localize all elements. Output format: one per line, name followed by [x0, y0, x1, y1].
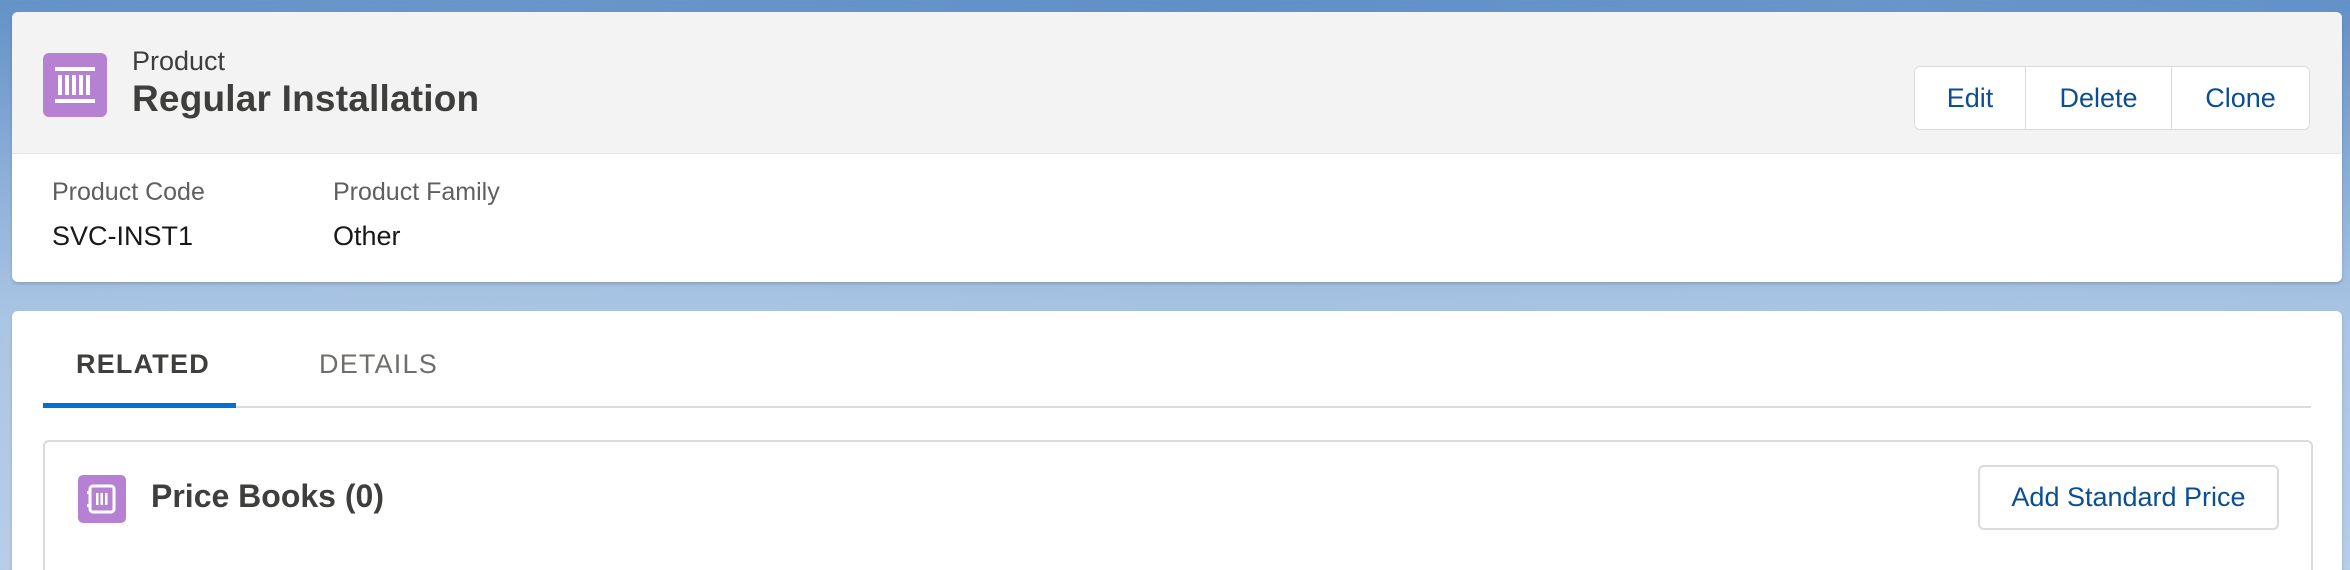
- pricebook-icon: [78, 475, 126, 523]
- tab-bar: RELATED DETAILS: [43, 311, 2311, 408]
- record-title: Regular Installation: [132, 78, 480, 119]
- tab-related[interactable]: RELATED: [76, 349, 210, 380]
- record-header: Product Regular Installation Edit Delete…: [12, 12, 2342, 282]
- add-standard-price-button[interactable]: Add Standard Price: [1978, 465, 2279, 530]
- price-books-title[interactable]: Price Books (0): [151, 478, 384, 515]
- record-header-top: Product Regular Installation Edit Delete…: [12, 12, 2342, 154]
- tab-details[interactable]: DETAILS: [319, 349, 438, 380]
- active-tab-indicator: [43, 403, 236, 408]
- product-icon: [43, 53, 107, 117]
- product-code-field: Product Code SVC-INST1: [52, 178, 205, 252]
- highlights-panel: Product Code SVC-INST1 Product Family Ot…: [12, 154, 2342, 282]
- product-code-label: Product Code: [52, 178, 205, 206]
- record-actions: Edit Delete Clone: [1914, 66, 2310, 130]
- product-family-field: Product Family Other: [333, 178, 500, 252]
- clone-button[interactable]: Clone: [2171, 67, 2309, 129]
- delete-button[interactable]: Delete: [2025, 67, 2171, 129]
- product-code-value: SVC-INST1: [52, 221, 194, 251]
- price-books-related-list: Price Books (0) Add Standard Price: [43, 440, 2313, 570]
- object-type-label: Product: [132, 46, 226, 76]
- product-family-label: Product Family: [333, 178, 500, 206]
- tabs-panel: RELATED DETAILS Price Books (0) Add Stan…: [12, 311, 2342, 570]
- product-family-value: Other: [333, 221, 401, 251]
- edit-button[interactable]: Edit: [1915, 67, 2025, 129]
